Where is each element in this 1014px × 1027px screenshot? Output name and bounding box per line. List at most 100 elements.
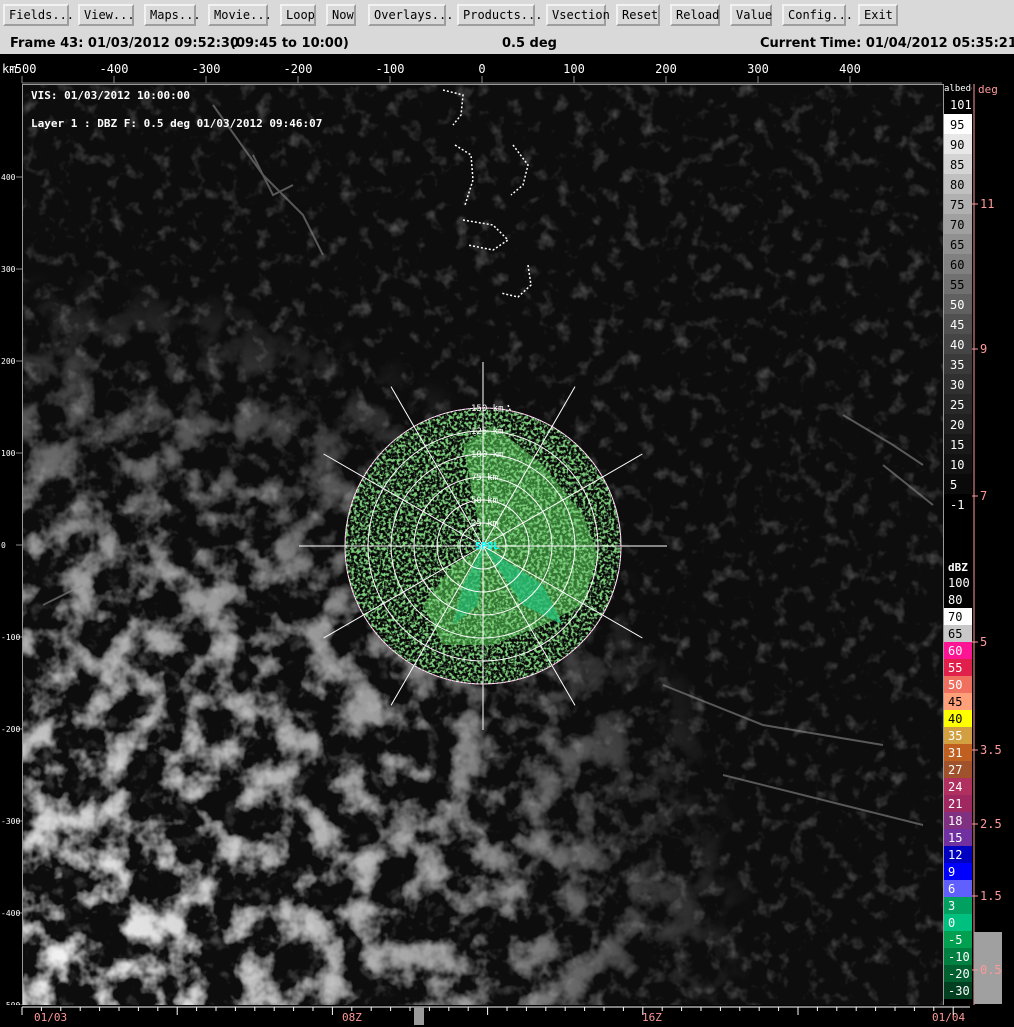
top-axis-tick-label: -300: [192, 62, 221, 76]
albedo-scale-label: 50: [950, 298, 964, 312]
products-button[interactable]: Products...: [457, 4, 542, 26]
dbz-scale-label: 3: [948, 899, 955, 913]
top-axis-tick-label: 0: [478, 62, 485, 76]
albedo-scale-label: 101: [950, 98, 972, 112]
albedo-scale-label: 35: [950, 358, 964, 372]
albedo-scale-label: 5: [950, 478, 957, 492]
albedo-scale-label: 25: [950, 398, 964, 412]
top-axis-tick-label: -400: [100, 62, 129, 76]
dbz-scale-label: 15: [948, 831, 962, 845]
top-axis-tick-label: 400: [839, 62, 861, 76]
dbz-scale-label: -5: [948, 933, 962, 947]
timeline[interactable]: 01/03 08Z 16Z 01/04: [0, 1005, 1014, 1027]
deg-scale-label: 2.5: [980, 817, 1002, 831]
timeline-label: 01/03: [34, 1011, 67, 1024]
dbz-scale-title: dBZ: [948, 561, 968, 574]
reload-button[interactable]: Reload: [670, 4, 720, 26]
dbz-scale-label: 60: [948, 644, 962, 658]
range-ring-label: 50 km: [471, 496, 498, 506]
top-axis-tick-label: -200: [284, 62, 313, 76]
map-area[interactable]: 25 km 50 km 75 km 100 km 125 km 150 km SPOL V…: [22, 84, 944, 1007]
albedo-scale-label: 20: [950, 418, 964, 432]
config-button[interactable]: Config...: [782, 4, 853, 26]
dbz-scale-label: 55: [948, 661, 962, 675]
left-axis-tick-label: -100: [1, 633, 20, 642]
dbz-scale-label: 0: [948, 916, 955, 930]
top-axis-tick-label: 100: [563, 62, 585, 76]
dbz-scale-label: -30: [948, 984, 970, 998]
albedo-scale-label: 30: [950, 378, 964, 392]
toolbar: Fields... View... Maps... Movie... Loop …: [0, 0, 1014, 32]
radar-display[interactable]: km -500 -400 -300 -200 -100 0 100 200 300 400 400…: [0, 54, 1014, 1027]
station-label: SPOL: [475, 541, 499, 552]
range-ring-label: 75 km: [471, 473, 498, 483]
loop-button[interactable]: Loop: [280, 4, 316, 26]
deg-scale-title: deg: [978, 84, 998, 96]
dbz-scale-label: 35: [948, 729, 962, 743]
dbz-scale-label: 21: [948, 797, 962, 811]
albedo-scale-label: -1: [950, 498, 964, 512]
albedo-scale-label: 80: [950, 178, 964, 192]
deg-scale-label: 1.5: [980, 889, 1002, 903]
now-button[interactable]: Now: [326, 4, 356, 26]
timeline-label: 08Z: [342, 1011, 362, 1024]
albedo-scale-label: 75: [950, 198, 964, 212]
albedo-swatch: [944, 474, 972, 494]
dbz-scale-label: 12: [948, 848, 962, 862]
deg-scale-label: 9: [980, 342, 987, 356]
top-axis-tick-label: 200: [655, 62, 677, 76]
dbz-scale-label: 24: [948, 780, 962, 794]
dbz-scale-label: 45: [948, 695, 962, 709]
deg-scale-label: 5: [980, 635, 987, 649]
deg-scale-label: 7: [980, 489, 987, 503]
left-axis-tick-label: 200: [1, 357, 16, 366]
left-axis-tick-label: 100: [1, 449, 16, 458]
albedo-scale-label: 45: [950, 318, 964, 332]
albedo-scale-label: 70: [950, 218, 964, 232]
elevation-label: 0.5 deg: [502, 36, 557, 51]
reset-button[interactable]: Reset: [616, 4, 660, 26]
albedo-scale-label: 15: [950, 438, 964, 452]
dbz-scale-label: 50: [948, 678, 962, 692]
value-button[interactable]: Value: [730, 4, 772, 26]
fields-button[interactable]: Fields...: [3, 4, 74, 26]
deg-scale-label: 11: [980, 197, 994, 211]
exit-button[interactable]: Exit: [858, 4, 898, 26]
status-bar: Frame 43: 01/03/2012 09:52:30 (09:45 to …: [0, 32, 1014, 54]
top-axis: km -500 -400 -300 -200 -100 0 100 200 300 400: [2, 62, 942, 84]
layer-label: Layer 1 : DBZ F: 0.5 deg 01/03/2012 09:4…: [31, 117, 323, 130]
left-axis-tick-label: 400: [1, 173, 16, 182]
view-button[interactable]: View...: [78, 4, 135, 26]
albedo-scale-label: 95: [950, 118, 964, 132]
albedo-scale-label: 40: [950, 338, 964, 352]
maps-button[interactable]: Maps...: [144, 4, 201, 26]
dbz-scale-label: 9: [948, 865, 955, 879]
albedo-scale-label: 60: [950, 258, 964, 272]
dbz-scale-label: -10: [948, 950, 970, 964]
dbz-scale-label: 80: [948, 593, 962, 607]
timeline-cursor[interactable]: [414, 1007, 424, 1025]
vsection-button[interactable]: Vsection: [546, 4, 610, 26]
movie-button[interactable]: Movie...: [208, 4, 272, 26]
deg-scale: deg 11 9 7 5 3.5 2.5 1.5 0.5: [972, 84, 1002, 1005]
dbz-scale-label: 6: [948, 882, 955, 896]
albedo-scale: 101 95 90 85 80 75 70 65 60 55 50 45 40 35 30 25 20 15 10 5…: [944, 94, 972, 514]
dbz-scale: 100 80 70 65 60 55 50 45 40 35 31 27 24 21 18 15 12 9 6 3 0 -…: [944, 574, 972, 999]
left-axis-tick-label: 0: [1, 541, 6, 550]
range-ring-label: 100 km: [471, 450, 504, 460]
left-axis-tick-label: 300: [1, 265, 16, 274]
albedo-scale-label: 65: [950, 238, 964, 252]
range-ring-label: 150 km: [471, 404, 504, 414]
dbz-scale-label: 65: [948, 627, 962, 641]
range-ring-label: 125 km: [471, 427, 504, 437]
albedo-scale-title: albedo: [944, 84, 972, 94]
left-axis-tick-label: -200: [1, 725, 20, 734]
top-axis-tick-label: -100: [376, 62, 405, 76]
dbz-scale-label: 40: [948, 712, 962, 726]
overlays-button[interactable]: Overlays...: [368, 4, 453, 26]
dbz-scale-label: 27: [948, 763, 962, 777]
albedo-scale-label: 90: [950, 138, 964, 152]
dbz-scale-label: 31: [948, 746, 962, 760]
timeline-label: 01/04: [932, 1011, 965, 1024]
satellite-and-radar-image[interactable]: 25 km50 km75 km100 km125 km150 km SPOL: [23, 85, 943, 1006]
